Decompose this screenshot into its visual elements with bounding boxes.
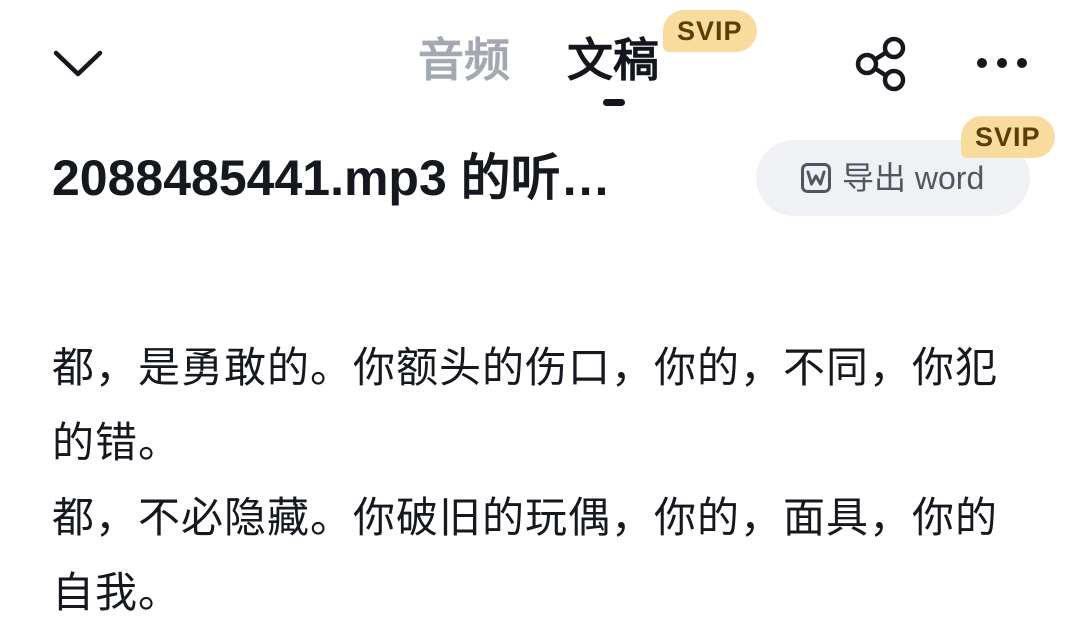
svip-badge: SVIP [663,10,757,52]
transcript-paragraph: 都，不必隐藏。你破旧的玩偶，你的，面具，你的自我。 [52,493,999,617]
transcript-paragraph: 都，是勇敢的。你额头的伤口，你的，不同，你犯的错。 [52,343,999,467]
share-button[interactable] [850,34,912,94]
more-dots-icon [977,58,1027,68]
export-word-label: 导出 word [842,160,985,196]
export-svip-badge: SVIP [961,116,1055,158]
tab-transcript[interactable]: 文稿 [567,30,659,90]
chevron-down-icon [53,50,103,77]
transcript-body: 都，是勇敢的。你额头的伤口，你的，不同，你犯的错。 都，不必隐藏。你破旧的玩偶，… [52,330,1012,630]
top-nav-bar: 音频 文稿 SVIP [0,0,1080,120]
document-title: 2088485441.mp3 的听… [52,150,611,206]
active-tab-indicator [603,99,625,106]
more-options-button[interactable] [970,40,1034,86]
tab-audio[interactable]: 音频 [418,30,510,90]
collapse-button[interactable] [48,38,108,88]
share-icon [855,36,906,92]
word-file-icon [801,163,831,193]
